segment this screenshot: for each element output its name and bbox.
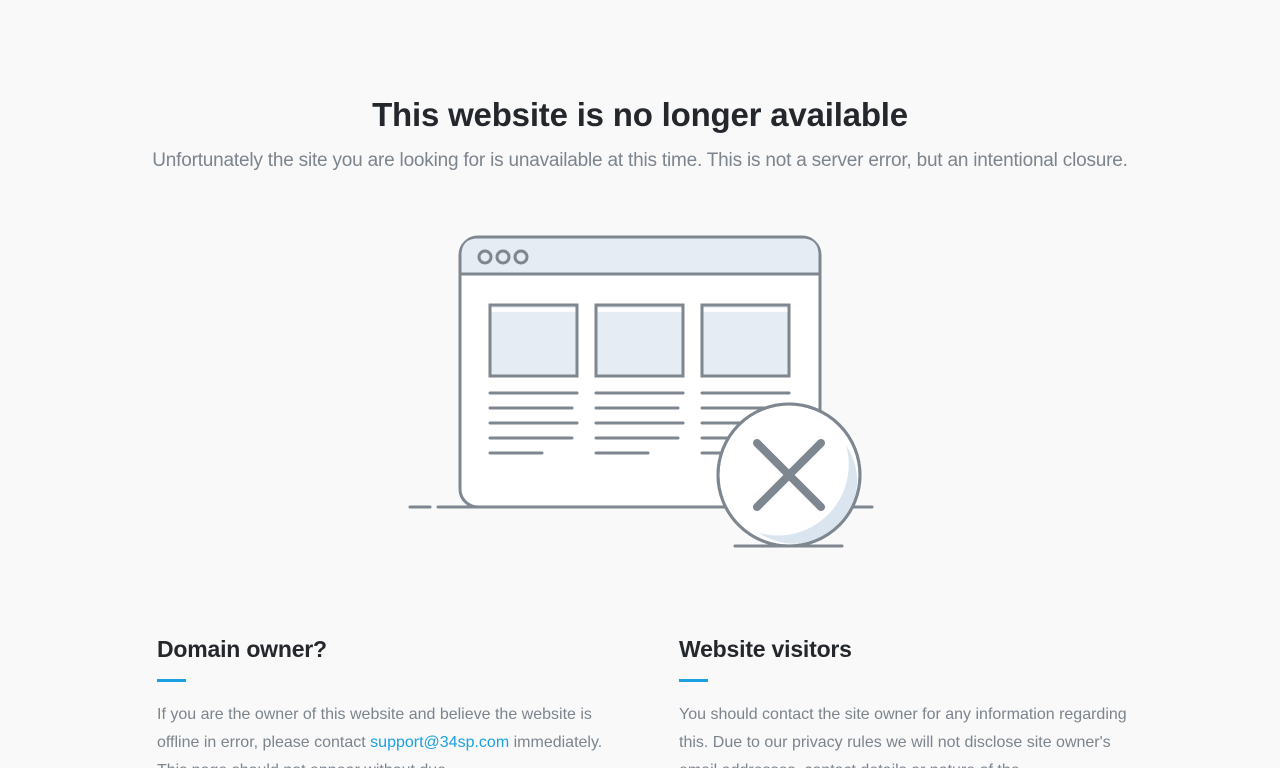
content-panel <box>700 303 791 378</box>
closed-website-illustration-icon <box>408 235 874 548</box>
content-panel <box>594 303 685 378</box>
website-visitors-text: You should contact the site owner for an… <box>679 706 1127 768</box>
domain-owner-text: If you are the owner of this website and… <box>157 701 607 768</box>
domain-owner-heading: Domain owner? <box>157 636 327 662</box>
accent-divider <box>679 679 708 682</box>
support-email-link[interactable]: support@34sp.com <box>370 734 509 751</box>
page-title: This website is no longer available <box>372 96 908 133</box>
website-visitors-heading: Website visitors <box>679 636 852 662</box>
website-visitors-section: Website visitors You should contact the … <box>679 636 1129 768</box>
domain-owner-section: Domain owner? If you are the owner of th… <box>157 636 607 768</box>
accent-divider <box>157 679 186 682</box>
page-subtitle: Unfortunately the site you are looking f… <box>152 150 1128 171</box>
content-panel <box>488 303 579 378</box>
close-badge-icon <box>716 402 862 548</box>
page: This website is no longer available Unfo… <box>0 0 1280 768</box>
